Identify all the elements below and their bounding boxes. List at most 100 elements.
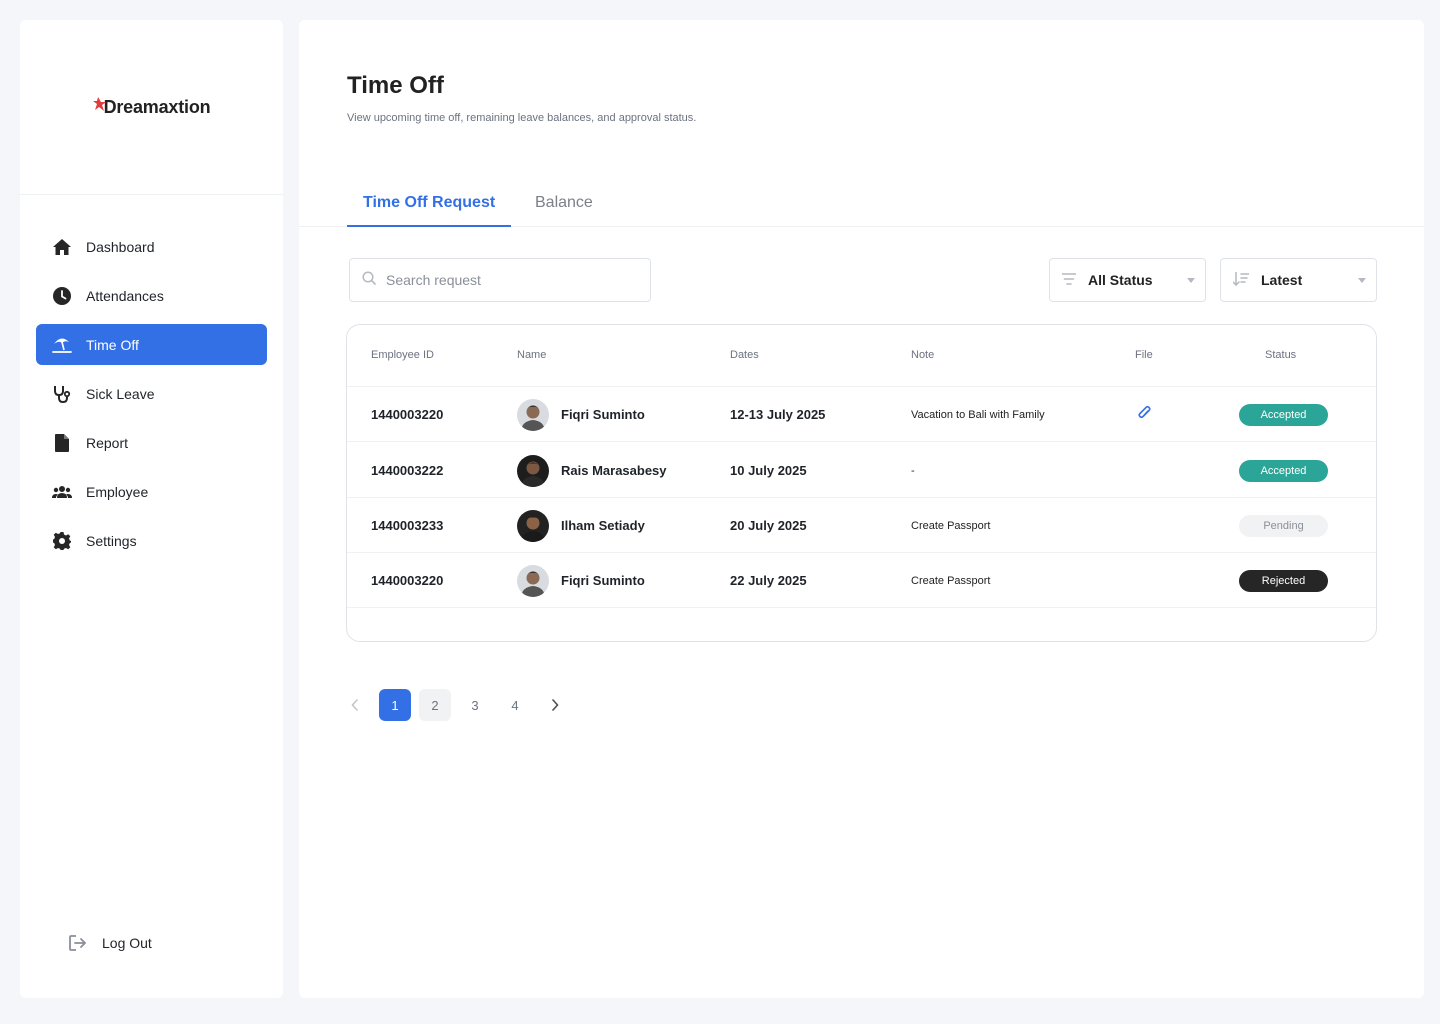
name-cell: Fiqri Suminto — [517, 387, 645, 442]
tab-balance[interactable]: Balance — [519, 188, 609, 227]
note-cell: Create Passport — [911, 574, 991, 587]
logo-area: Dreamaxtion — [20, 20, 283, 195]
filter-icon — [1061, 272, 1077, 288]
time-off-table: Employee ID Name Dates Note File Status … — [346, 324, 1377, 642]
logout-icon — [68, 933, 88, 953]
brand-name: Dreamaxtion — [103, 96, 211, 117]
brand-logo[interactable]: Dreamaxtion — [92, 96, 211, 118]
chevron-left-icon — [351, 699, 358, 711]
avatar — [517, 454, 549, 487]
employee-id-cell: 1440003233 — [371, 518, 444, 533]
dates-cell: 22 July 2025 — [730, 573, 807, 588]
attachment-icon[interactable] — [1137, 405, 1151, 424]
status-filter-value: All Status — [1088, 272, 1153, 288]
avatar — [517, 564, 549, 597]
table-row[interactable]: 1440003222 Rais Marasabesy 10 July 2025 … — [347, 443, 1376, 498]
page-title: Time Off — [347, 72, 444, 99]
home-icon — [52, 237, 72, 257]
column-header-name[interactable]: Name — [517, 349, 546, 361]
column-header-status[interactable]: Status — [1265, 349, 1296, 361]
page-button-4[interactable]: 4 — [499, 689, 531, 721]
employee-name: Fiqri Suminto — [561, 573, 645, 588]
status-cell: Rejected — [1239, 553, 1328, 608]
employee-name: Fiqri Suminto — [561, 407, 645, 422]
note-cell: Vacation to Bali with Family — [911, 408, 1045, 421]
sidebar-item-label: Report — [86, 434, 129, 451]
tab-time-off-request[interactable]: Time Off Request — [347, 188, 512, 227]
dates-cell: 12-13 July 2025 — [730, 407, 826, 422]
table-row[interactable]: 1440003220 Fiqri Suminto 22 July 2025 Cr… — [347, 553, 1376, 608]
sidebar-item-label: Settings — [86, 532, 137, 549]
status-cell: Accepted — [1239, 443, 1328, 498]
tab-bar: Time Off Request Balance — [299, 188, 1424, 227]
avatar — [517, 509, 549, 542]
sidebar-item-dashboard[interactable]: Dashboard — [36, 226, 267, 267]
sidebar-item-attendances[interactable]: Attendances — [36, 275, 267, 316]
status-cell: Accepted — [1239, 387, 1328, 442]
employee-id-cell: 1440003222 — [371, 463, 444, 478]
dates-cell: 20 July 2025 — [730, 518, 807, 533]
avatar — [517, 398, 549, 431]
sidebar: Dreamaxtion Dashboard Attendances Time O… — [20, 20, 283, 998]
status-badge: Pending — [1239, 514, 1328, 537]
sidebar-item-employee[interactable]: Employee — [36, 471, 267, 512]
stethoscope-icon — [52, 384, 72, 404]
prev-page-button[interactable] — [339, 689, 371, 721]
search-icon — [362, 270, 376, 290]
employee-id-cell: 1440003220 — [371, 573, 444, 588]
status-cell: Pending — [1239, 498, 1328, 553]
page-button-2[interactable]: 2 — [419, 689, 451, 721]
employee-name: Ilham Setiady — [561, 518, 645, 533]
sidebar-item-report[interactable]: Report — [36, 422, 267, 463]
status-badge: Accepted — [1239, 403, 1328, 426]
page-button-3[interactable]: 3 — [459, 689, 491, 721]
sidebar-item-time-off[interactable]: Time Off — [36, 324, 267, 365]
sidebar-item-sick-leave[interactable]: Sick Leave — [36, 373, 267, 414]
column-header-note[interactable]: Note — [911, 349, 934, 361]
next-page-button[interactable] — [539, 689, 571, 721]
sort-dropdown[interactable]: Latest — [1220, 258, 1377, 302]
employee-name: Rais Marasabesy — [561, 463, 667, 478]
employee-id-cell: 1440003220 — [371, 407, 444, 422]
name-cell: Ilham Setiady — [517, 498, 645, 553]
chevron-down-icon — [1187, 278, 1195, 283]
page-subtitle: View upcoming time off, remaining leave … — [347, 112, 697, 124]
column-header-file[interactable]: File — [1135, 349, 1153, 361]
note-cell: Create Passport — [911, 519, 991, 532]
sidebar-item-label: Attendances — [86, 287, 164, 304]
column-header-dates[interactable]: Dates — [730, 349, 759, 361]
sort-value: Latest — [1261, 272, 1303, 288]
brand-mark-icon — [92, 97, 106, 111]
logout-button[interactable]: Log Out — [52, 922, 251, 963]
page-button-1[interactable]: 1 — [379, 689, 411, 721]
clock-icon — [52, 286, 72, 306]
status-filter-dropdown[interactable]: All Status — [1049, 258, 1206, 302]
sidebar-item-label: Sick Leave — [86, 385, 155, 402]
users-icon — [52, 482, 72, 502]
dates-cell: 10 July 2025 — [730, 463, 807, 478]
column-header-employee-id[interactable]: Employee ID — [371, 349, 434, 361]
table-row[interactable]: 1440003233 Ilham Setiady 20 July 2025 Cr… — [347, 498, 1376, 553]
status-badge: Rejected — [1239, 569, 1328, 592]
sort-icon — [1232, 270, 1250, 289]
logout-label: Log Out — [102, 934, 152, 951]
sidebar-item-settings[interactable]: Settings — [36, 520, 267, 561]
table-header: Employee ID Name Dates Note File Status — [347, 325, 1376, 387]
chevron-right-icon — [552, 699, 559, 711]
search-input[interactable] — [386, 272, 626, 288]
sidebar-item-label: Employee — [86, 483, 149, 500]
file-cell — [1137, 387, 1151, 442]
name-cell: Rais Marasabesy — [517, 443, 667, 498]
gear-icon — [52, 531, 72, 551]
document-icon — [52, 433, 72, 453]
table-row[interactable]: 1440003220 Fiqri Suminto 12-13 July 2025… — [347, 387, 1376, 442]
sidebar-item-label: Dashboard — [86, 238, 155, 255]
name-cell: Fiqri Suminto — [517, 553, 645, 608]
beach-umbrella-icon — [52, 335, 72, 355]
search-box[interactable] — [349, 258, 651, 302]
sidebar-item-label: Time Off — [86, 336, 139, 353]
main-panel: Time Off View upcoming time off, remaini… — [299, 20, 1424, 998]
status-badge: Accepted — [1239, 459, 1328, 482]
note-cell: - — [911, 464, 915, 477]
sidebar-nav: Dashboard Attendances Time Off Sick Leav… — [20, 195, 283, 561]
